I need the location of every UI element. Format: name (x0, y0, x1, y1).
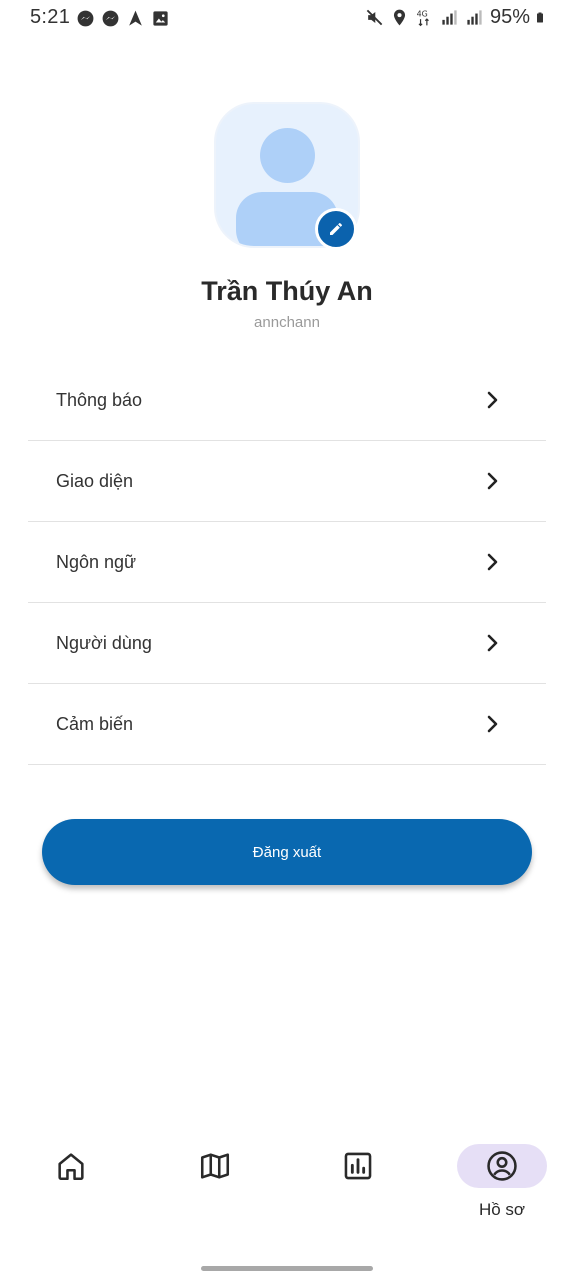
home-indicator[interactable] (201, 1266, 373, 1271)
menu-item-sensors[interactable]: Cảm biến (28, 684, 546, 765)
nav-item-map[interactable] (170, 1144, 260, 1224)
4g-icon: 4G (417, 10, 429, 27)
chevron-right-icon (487, 391, 498, 409)
profile-icon (487, 1151, 517, 1181)
messenger-icon (102, 10, 119, 27)
chevron-right-icon (487, 472, 498, 490)
image-icon (153, 11, 168, 26)
menu-item-label: Người dùng (56, 632, 152, 653)
menu-item-users[interactable]: Người dùng (28, 603, 546, 684)
nav-item-profile[interactable]: Hồ sơ (457, 1144, 547, 1224)
navigation-icon (129, 10, 142, 26)
logout-button[interactable]: Đăng xuất (42, 819, 532, 885)
battery-icon (537, 12, 543, 23)
home-icon (58, 1153, 84, 1181)
nav-item-home[interactable] (26, 1144, 116, 1224)
map-icon (200, 1153, 230, 1179)
menu-item-label: Giao diện (56, 470, 134, 491)
chevron-right-icon (487, 634, 498, 652)
settings-menu: Thông báo Giao diện Ngôn ngữ Người dùng … (28, 360, 546, 765)
nav-item-statistics[interactable] (313, 1144, 403, 1224)
location-icon (393, 9, 406, 26)
avatar-container (216, 104, 358, 250)
system-icons: 4G 95% (365, 6, 548, 29)
nav-label-profile: Hồ sơ (478, 1200, 526, 1219)
bottom-navigation: Hồ sơ (0, 1130, 574, 1240)
status-bar: 5:21 4G 95% (0, 0, 574, 38)
menu-item-label: Thông báo (56, 389, 143, 410)
chevron-right-icon (487, 715, 498, 733)
menu-item-label: Cảm biến (56, 713, 134, 734)
mute-icon (366, 9, 383, 26)
profile-username: annchann (254, 314, 320, 331)
edit-avatar-button[interactable] (315, 208, 357, 250)
profile-name: Trần Thúy An (201, 276, 373, 306)
signal-icon (467, 10, 482, 25)
menu-item-label: Ngôn ngữ (56, 551, 137, 572)
avatar-head-shape (260, 128, 315, 183)
status-time: 5:21 (30, 6, 71, 28)
notification-icons (76, 9, 170, 28)
menu-item-appearance[interactable]: Giao diện (28, 441, 546, 522)
svg-text:4G: 4G (417, 10, 428, 19)
signal-icon (442, 10, 457, 25)
pencil-icon (330, 222, 343, 235)
chevron-right-icon (487, 553, 498, 571)
chart-icon (344, 1152, 372, 1180)
menu-item-language[interactable]: Ngôn ngữ (28, 522, 546, 603)
menu-item-notifications[interactable]: Thông báo (28, 360, 546, 441)
battery-percent: 95% (489, 6, 530, 28)
messenger-icon (77, 10, 94, 27)
